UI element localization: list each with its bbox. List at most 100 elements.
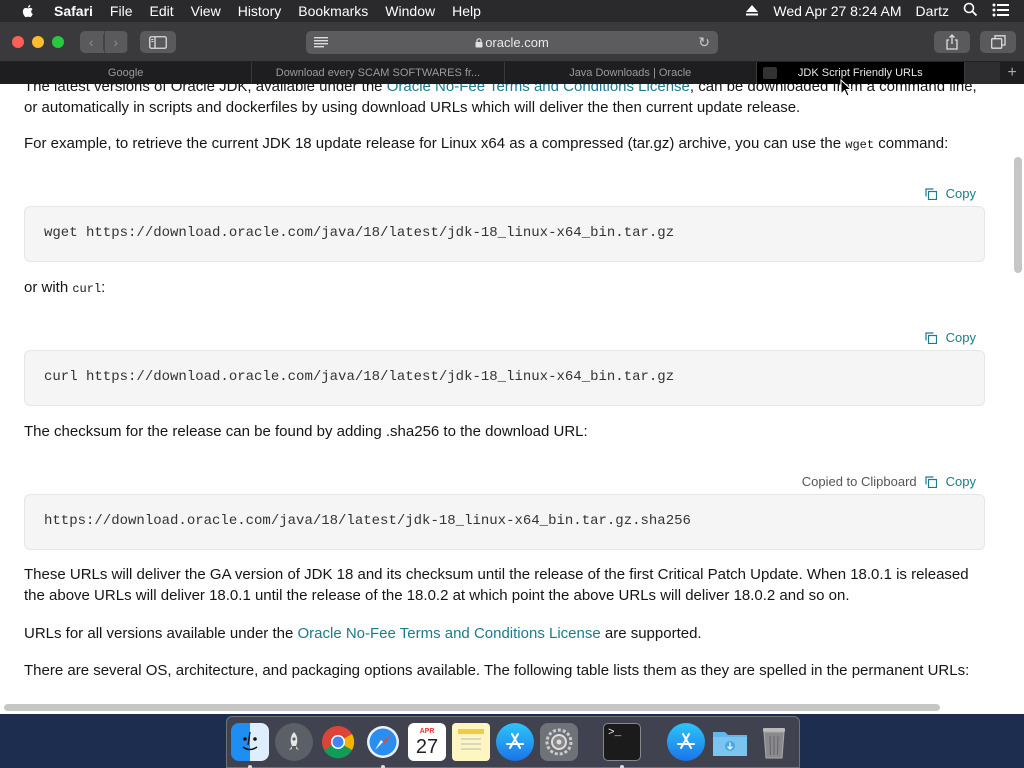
inline-code-curl: curl [72, 282, 102, 296]
menu-file[interactable]: File [110, 3, 133, 19]
copy-row-1: Copy [925, 186, 976, 201]
reload-icon[interactable]: ↻ [698, 34, 710, 51]
share-icon [946, 34, 958, 50]
web-page: The latest versions of Oracle JDK, avail… [0, 84, 1024, 714]
tab-title: Java Downloads | Oracle [569, 67, 692, 79]
checksum-paragraph: The checksum for the release can be foun… [24, 423, 588, 440]
ga-text-line2: the above URLs will deliver 18.0.1 until… [24, 587, 850, 604]
example-text-tail: command: [874, 135, 949, 152]
close-window-button[interactable] [12, 36, 24, 48]
curl-paragraph: or with curl: [24, 277, 986, 300]
copy-label: Copy [945, 330, 976, 345]
finder-icon[interactable] [231, 723, 269, 761]
with-text: or with [24, 279, 73, 296]
tab-java-downloads[interactable]: Java Downloads | Oracle [505, 62, 757, 84]
tab-title: JDK Script Friendly URLs [797, 67, 923, 79]
copy-icon [925, 475, 937, 488]
notification-center-icon[interactable] [992, 3, 1010, 20]
address-bar[interactable]: oracle.com ↻ [306, 31, 718, 54]
minimize-window-button[interactable] [32, 36, 44, 48]
dock: APR 27 >_ [226, 716, 800, 768]
user-name[interactable]: Dartz [916, 3, 949, 19]
safari-icon[interactable] [364, 723, 402, 761]
vertical-scrollbar[interactable] [1014, 157, 1022, 273]
tab-scam-softwares[interactable]: Download every SCAM SOFTWARES fr... [252, 62, 505, 84]
forward-button[interactable]: › [105, 31, 128, 53]
tab-title: Download every SCAM SOFTWARES fr... [275, 67, 481, 79]
trash-icon[interactable] [755, 723, 793, 761]
ga-text-line1: These URLs will deliver the GA version o… [24, 566, 969, 583]
urls-text: URLs for all versions available under th… [24, 625, 298, 642]
spotlight-search-icon[interactable] [963, 2, 978, 20]
menu-app-safari[interactable]: Safari [54, 3, 93, 19]
copy-icon [925, 331, 937, 344]
license-link-2[interactable]: Oracle No-Fee Terms and Conditions Licen… [297, 625, 600, 642]
code-block-wget[interactable]: wget https://download.oracle.com/java/18… [24, 206, 985, 262]
tab-google[interactable]: Google [0, 62, 253, 84]
launchpad-icon[interactable] [275, 723, 313, 761]
inline-code-wget: wget [845, 138, 875, 152]
menu-view[interactable]: View [191, 3, 221, 19]
copy-label: Copy [945, 474, 976, 489]
code-block-sha256[interactable]: https://download.oracle.com/java/18/late… [24, 494, 985, 550]
downloads-folder-icon[interactable] [711, 723, 749, 761]
menu-history[interactable]: History [238, 3, 282, 19]
intro-text: The latest versions of Oracle JDK, avail… [24, 84, 387, 95]
chevron-left-icon: ‹ [80, 34, 104, 50]
with-text-tail: : [101, 279, 106, 296]
horizontal-scrollbar[interactable] [4, 704, 940, 711]
back-forward-buttons: ‹ › [80, 31, 128, 53]
back-button[interactable]: ‹ [80, 31, 105, 53]
terminal-prompt-icon: >_ [608, 727, 622, 739]
copy-row-3: Copied to Clipboard Copy [802, 474, 976, 489]
copy-button-1[interactable]: Copy [925, 186, 976, 201]
url-text: oracle.com [485, 35, 549, 50]
copied-to-clipboard-label: Copied to Clipboard [801, 474, 917, 489]
ga-paragraph: These URLs will deliver the GA version o… [24, 564, 986, 606]
code-block-curl[interactable]: curl https://download.oracle.com/java/18… [24, 350, 985, 406]
urls-text-tail: are supported. [600, 625, 702, 642]
license-link[interactable]: Oracle No-Fee Terms and Conditions Licen… [387, 84, 690, 95]
chrome-icon[interactable] [319, 723, 357, 761]
new-tab-button[interactable]: + [1000, 62, 1024, 84]
favicon-icon [762, 67, 777, 79]
chevron-right-icon: › [105, 34, 128, 50]
copy-button-2[interactable]: Copy [925, 330, 976, 345]
copy-label: Copy [945, 186, 976, 201]
lock-icon [475, 38, 483, 48]
urls-paragraph: URLs for all versions available under th… [24, 623, 986, 644]
calendar-icon[interactable]: APR 27 [408, 723, 446, 761]
tab-title: Google [107, 67, 144, 79]
notes-icon[interactable] [452, 723, 490, 761]
tab-bar-spacer [964, 62, 1001, 84]
copy-button-3[interactable]: Copy [925, 474, 976, 489]
fullscreen-window-button[interactable] [52, 36, 64, 48]
calendar-month: APR [419, 727, 435, 735]
system-preferences-icon[interactable] [540, 723, 578, 761]
menu-bar: Safari File Edit View History Bookmarks … [0, 0, 1024, 22]
tab-overview-button[interactable] [980, 31, 1016, 53]
app-store-icon[interactable] [496, 723, 534, 761]
sidebar-icon [149, 35, 167, 49]
menu-edit[interactable]: Edit [149, 3, 173, 19]
terminal-icon[interactable]: >_ [603, 723, 641, 761]
app-store-downloads-icon[interactable] [667, 723, 705, 761]
example-text: For example, to retrieve the current JDK… [24, 135, 846, 152]
url-display[interactable]: oracle.com [306, 35, 718, 50]
menu-help[interactable]: Help [452, 3, 481, 19]
browser-toolbar: ‹ › oracle.com ↻ [0, 22, 1024, 62]
tab-jdk-script-friendly-urls[interactable]: JDK Script Friendly URLs [756, 62, 965, 84]
copy-icon [925, 187, 937, 200]
eject-icon[interactable] [745, 3, 759, 19]
intro-text-line2: or automatically in scripts and dockerfi… [24, 99, 801, 116]
menu-bookmarks[interactable]: Bookmarks [298, 3, 368, 19]
example-paragraph: For example, to retrieve the current JDK… [24, 133, 986, 156]
menu-window[interactable]: Window [385, 3, 435, 19]
apple-icon[interactable] [20, 3, 36, 19]
mouse-cursor-icon [840, 79, 852, 97]
copy-row-2: Copy [925, 330, 976, 345]
tab-bar: Google Download every SCAM SOFTWARES fr.… [0, 62, 1024, 84]
clock[interactable]: Wed Apr 27 8:24 AM [773, 3, 901, 19]
share-button[interactable] [934, 31, 970, 53]
sidebar-toggle-button[interactable] [140, 31, 176, 53]
